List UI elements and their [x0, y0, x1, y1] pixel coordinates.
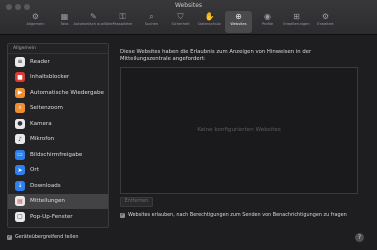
preferences-window: Websites ⚙ Allgemein ▦ Tabs ✎ Automatisch aus…: [0, 0, 377, 250]
sidebar-item-label: Automatische Wiedergabe: [30, 89, 104, 96]
toolbar-icon: ⚙: [321, 12, 330, 21]
toolbar-area: Websites ⚙ Allgemein ▦ Tabs ✎ Automatisch aus…: [0, 0, 377, 35]
toolbar-label: Erweitert: [317, 22, 334, 26]
sidebar-item-label: Bildschirmfreigabe: [30, 151, 83, 158]
sidebar-item-icon: ▭: [15, 149, 25, 160]
sidebar-item-ort[interactable]: ➤ Ort: [8, 163, 108, 179]
toolbar-tab-sicherheit[interactable]: ⛉ Sicherheit: [167, 11, 194, 33]
toolbar-tab-erweitert[interactable]: ⚙ Erweitert: [312, 11, 339, 33]
toolbar-icon: ◉: [264, 12, 271, 21]
toolbar-tab-automatisch-ausfüllen[interactable]: ✎ Automatisch ausfüllen: [73, 11, 113, 33]
sidebar-item-automatische-wiedergabe[interactable]: ▶ Automatische Wiedergabe: [8, 85, 108, 101]
toolbar-icon: ⊕: [235, 12, 242, 21]
sidebar-item-label: Downloads: [30, 182, 61, 189]
toolbar-label: Websites: [230, 22, 247, 26]
sidebar-item-icon: ●: [15, 118, 25, 129]
share-across-devices-label: Geräteübergreifend teilen: [15, 234, 79, 240]
sidebar-item-icon: ▶: [15, 87, 25, 98]
toolbar-icon: ⚿: [119, 12, 126, 21]
sidebar-item-icon: ▢: [15, 211, 25, 222]
toolbar-tab-profile[interactable]: ◉ Profile: [254, 11, 281, 33]
empty-list-text: Keine konfigurierten Websites: [197, 127, 281, 133]
sidebar-item-label: Mitteilungen: [30, 198, 65, 205]
sidebar-item-label: Reader: [30, 58, 50, 65]
allow-requests-checkbox[interactable]: ✓: [120, 212, 125, 218]
toolbar-label: Erweiterungen: [283, 22, 310, 26]
share-across-devices-checkbox[interactable]: ✓: [7, 234, 12, 240]
toolbar-tab-erweiterungen[interactable]: ⊞ Erweiterungen: [283, 11, 310, 33]
sidebar-item-label: Kamera: [30, 120, 52, 127]
toolbar-label: Tabs: [60, 22, 69, 26]
sidebar-item-downloads[interactable]: ↓ Downloads: [8, 178, 108, 194]
sidebar-item-icon: ➤: [15, 165, 25, 176]
share-across-devices-row: ✓ Geräteübergreifend teilen: [7, 234, 79, 240]
sidebar-list: ≡ Reader ■ Inhaltsblocker ▶ Automatische Wied…: [8, 54, 108, 225]
toolbar-label: Sicherheit: [171, 22, 190, 26]
sidebar-item-pop-up-fenster[interactable]: ▢ Pop-Up-Fenster: [8, 209, 108, 225]
toolbar-tab-suchen[interactable]: ⌕ Suchen: [138, 11, 165, 33]
toolbar-icon: ▦: [60, 12, 69, 21]
allow-requests-label: Websites erlauben, nach Berechtigungen z…: [128, 212, 347, 218]
sidebar-item-icon: ≡: [15, 56, 25, 67]
sidebar-item-label: Pop-Up-Fenster: [30, 213, 73, 220]
sidebar-item-label: Seitenzoom: [30, 105, 63, 112]
toolbar-label: Allgemein: [26, 22, 45, 26]
website-list[interactable]: Keine konfigurierten Websites: [120, 67, 358, 194]
toolbar-label: Datenschutz: [198, 22, 221, 26]
sidebar-item-mikrofon[interactable]: ♪ Mikrofon: [8, 132, 108, 148]
sidebar-item-label: Inhaltsblocker: [30, 74, 70, 81]
toolbar-tab-passwörter[interactable]: ⚿ Passwörter: [109, 11, 136, 33]
sidebar-item-bildschirmfreigabe[interactable]: ▭ Bildschirmfreigabe: [8, 147, 108, 163]
sidebar-item-icon: ↓: [15, 180, 25, 191]
toolbar-icon: ⚙: [31, 12, 40, 21]
sidebar-item-kamera[interactable]: ● Kamera: [8, 116, 108, 132]
sidebar-header: Allgemein: [8, 44, 108, 54]
preferences-toolbar: ⚙ Allgemein ▦ Tabs ✎ Automatisch ausfüllen ⚿ Pa…: [22, 11, 339, 33]
toolbar-icon: ⛉: [177, 12, 184, 21]
description-text: Diese Websites haben die Erlaubnis zum A…: [120, 49, 312, 63]
sidebar-item-label: Ort: [30, 167, 39, 174]
sidebar-item-icon: ■: [15, 72, 25, 83]
sidebar-item-icon: ♪: [15, 134, 25, 145]
sidebar-item-mitteilungen[interactable]: ▤ Mitteilungen: [8, 193, 108, 209]
sidebar-item-label: Mikrofon: [30, 136, 55, 143]
sidebar-item-seitenzoom[interactable]: ⌕ Seitenzoom: [8, 101, 108, 117]
toolbar-label: Profile: [261, 22, 274, 26]
toolbar-label: Passwörter: [112, 22, 133, 26]
toolbar-tab-datenschutz[interactable]: ✋ Datenschutz: [196, 11, 223, 33]
toolbar-icon: ✋: [204, 12, 215, 21]
toolbar-label: Suchen: [144, 22, 159, 26]
sidebar-item-icon: ▤: [15, 196, 25, 207]
remove-button[interactable]: Entfernen: [120, 197, 153, 207]
toolbar-tab-allgemein[interactable]: ⚙ Allgemein: [22, 11, 49, 33]
toolbar-tab-websites[interactable]: ⊕ Websites: [225, 11, 252, 33]
window-title: Websites: [174, 2, 203, 9]
toolbar-label: Automatisch ausfüllen: [73, 22, 114, 26]
sidebar-item-reader[interactable]: ≡ Reader: [8, 54, 108, 70]
sidebar-item-inhaltsblocker[interactable]: ■ Inhaltsblocker: [8, 70, 108, 86]
allow-requests-row: ✓ Websites erlauben, nach Berechtigungen…: [120, 212, 347, 218]
toolbar-icon: ⊞: [293, 12, 300, 21]
sidebar-item-icon: ⌕: [15, 103, 25, 114]
help-button[interactable]: ?: [355, 233, 364, 242]
sidebar: Allgemein ≡ Reader ■ Inhaltsblocker ▶ Automat…: [7, 43, 109, 228]
toolbar-icon: ✎: [90, 12, 97, 21]
toolbar-icon: ⌕: [149, 12, 154, 21]
